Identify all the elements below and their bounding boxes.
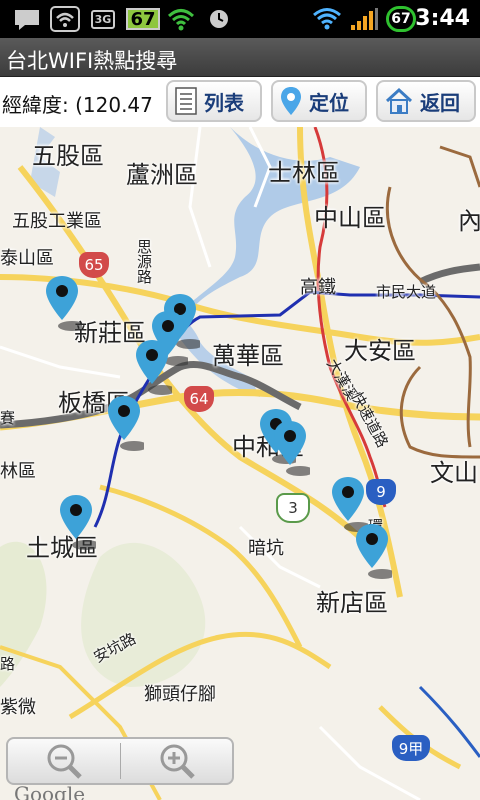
map-label-luzhou: 蘆洲區 (126, 161, 198, 189)
wifi-hotspot-pin[interactable] (352, 522, 392, 582)
back-button[interactable]: 返回 (376, 80, 476, 122)
wifi-hotspot-pin[interactable] (132, 338, 172, 398)
home-icon (385, 87, 413, 114)
map-label-road: 路 (0, 655, 16, 673)
wifi-signal-icon (312, 6, 342, 32)
coordinate-text: 經緯度: (120.47 (2, 93, 153, 117)
map-label-lin: 林區 (0, 461, 36, 482)
zoom-in-icon (160, 744, 195, 779)
map-label-wanhua: 萬華區 (212, 342, 284, 370)
wifi-green-icon (166, 6, 196, 32)
map-label-wenshan: 文山 (430, 459, 478, 487)
battery-percent-badge: 67 (386, 6, 416, 32)
map-label-shilin: 士林區 (268, 159, 340, 187)
map-label-taishan: 泰山區 (0, 248, 54, 269)
network-type-text: 3G (90, 9, 116, 29)
wifi-hotspot-pin[interactable] (42, 274, 82, 334)
google-attribution: Google (14, 782, 86, 800)
map-label-daan: 大安區 (344, 337, 416, 365)
map-view[interactable]: 五股區 蘆洲區 士林區 中山區 內 五股工業區 泰山區 新莊區 萬華區 大安區 … (0, 127, 480, 800)
wifi-hotspot-pin[interactable] (104, 394, 144, 454)
route-shield-9: 9 (366, 479, 396, 505)
locate-button-label: 定位 (309, 90, 349, 115)
map-label-hsr: 高鐵 (300, 277, 336, 298)
title-bar: 台北WIFI熱點搜尋 (0, 38, 480, 77)
map-label-nei: 內 (458, 207, 480, 235)
route-shield-65: 65 (79, 252, 109, 278)
toolbar: 經緯度: (120.47 列表 定位 返回 (0, 77, 480, 127)
zoom-in-button[interactable] (121, 739, 233, 783)
app-title: 台北WIFI熱點搜尋 (6, 49, 178, 73)
map-label-ziwei: 紫微 (0, 697, 36, 718)
map-label-shitouzaijiao: 獅頭仔腳 (144, 684, 216, 705)
zoom-controls (6, 737, 234, 785)
clock-time: 3:44 (415, 6, 470, 31)
alarm-clock-icon (206, 6, 232, 32)
map-label-wugu: 五股區 (32, 142, 104, 170)
wifi-hotspot-pin[interactable] (56, 493, 96, 553)
wifi-hotspot-pin[interactable] (270, 419, 310, 479)
network-3g-icon: 3G (88, 6, 118, 32)
locate-button[interactable]: 定位 (271, 80, 367, 122)
list-button[interactable]: 列表 (166, 80, 262, 122)
map-label-sai: 賽 (0, 409, 16, 427)
battery-level-icon: 67 (124, 6, 162, 32)
map-label-shimin-blvd: 市民大道 (376, 283, 437, 301)
map-label-siyuan-road: 思源路 (135, 239, 153, 284)
map-label-xindian: 新店區 (316, 589, 388, 617)
map-label-zhongshan: 中山區 (314, 204, 386, 232)
back-button-label: 返回 (420, 90, 460, 115)
route-shield-64: 64 (184, 386, 214, 412)
map-label-ankeng: 暗坑 (248, 538, 284, 559)
wifi-notify-icon (50, 6, 80, 32)
status-bar: 3G 67 67 3:44 (0, 0, 480, 38)
map-label-wugu-industrial: 五股工業區 (12, 211, 102, 232)
message-icon (12, 6, 42, 32)
zoom-out-button[interactable] (8, 739, 120, 783)
route-shield-9jia: 9甲 (392, 735, 430, 761)
zoom-out-icon (47, 744, 82, 779)
route-shield-3: 3 (276, 493, 310, 523)
list-icon (175, 87, 197, 115)
location-pin-icon (281, 87, 301, 115)
cell-signal-icon (348, 6, 380, 32)
battery-level-text: 67 (126, 8, 160, 30)
list-button-label: 列表 (204, 90, 244, 115)
